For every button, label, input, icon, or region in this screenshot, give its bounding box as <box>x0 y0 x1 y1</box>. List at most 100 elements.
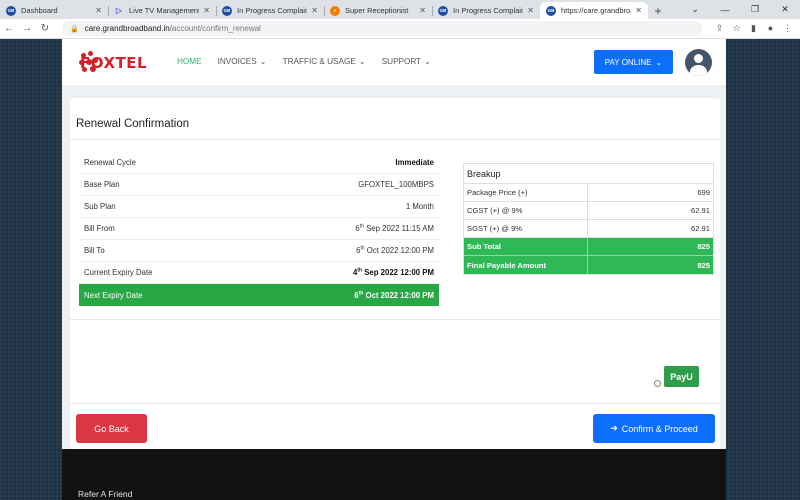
browser-tab[interactable]: ● Super Receptionist ✕ <box>324 2 432 19</box>
detail-label: Base Plan <box>84 180 120 189</box>
back-icon[interactable]: ← <box>0 23 18 34</box>
site-navbar: FOXTEL HOME INVOICES ⌄ TRAFFIC & USAGE ⌄ S… <box>62 39 726 85</box>
divider <box>70 139 720 140</box>
detail-row: Current Expiry Date 4th Sep 2022 12:00 P… <box>79 262 439 284</box>
breakup-value: 825 <box>697 242 710 251</box>
restore-icon[interactable]: ❐ <box>740 4 770 15</box>
detail-label: Next Expiry Date <box>84 290 143 300</box>
close-window-icon[interactable]: ✕ <box>770 4 800 15</box>
tv-icon: ▷ <box>115 6 123 15</box>
refer-friend-link[interactable]: Refer A Friend <box>78 489 132 499</box>
tab-title: https://care.grandbroadb <box>561 6 631 15</box>
tab-title: In Progress Complaints <box>453 6 524 15</box>
menu-support[interactable]: SUPPORT ⌄ <box>381 56 432 67</box>
payu-logo[interactable]: PayU <box>664 366 699 387</box>
close-icon[interactable]: ✕ <box>203 6 210 15</box>
forward-icon[interactable]: → <box>18 23 36 34</box>
breakup-title: Breakup <box>464 164 713 184</box>
url-host: care.grandbroadband.in <box>84 24 170 33</box>
menu-label: TRAFFIC & USAGE <box>282 56 356 66</box>
lock-icon[interactable]: 🔒 <box>70 25 79 33</box>
minimize-icon[interactable]: — <box>710 5 740 15</box>
detail-value: Immediate <box>395 158 434 167</box>
bookmark-star-icon[interactable]: ☆ <box>728 23 745 34</box>
breakup-subtotal-row: Sub Total 825 <box>464 238 713 256</box>
tab-title: Live TV Management-C <box>129 6 199 15</box>
breakup-label: SGST (+) @ 9% <box>464 220 588 237</box>
site-container: FOXTEL HOME INVOICES ⌄ TRAFFIC & USAGE ⌄ S… <box>62 39 726 500</box>
close-icon[interactable]: ✕ <box>311 6 318 15</box>
menu-invoices[interactable]: INVOICES ⌄ <box>217 56 267 67</box>
tab-title: Super Receptionist <box>345 6 409 15</box>
close-icon[interactable]: ✕ <box>419 6 426 15</box>
window-controls: ⌄ — ❐ ✕ <box>680 0 800 19</box>
close-icon[interactable]: ✕ <box>635 6 642 15</box>
detail-value: 6th Oct 2022 12:00 PM <box>356 245 434 255</box>
browser-tabstrip: GB Dashboard ✕ ▷ Live TV Management-C ✕ … <box>0 0 800 19</box>
new-tab-button[interactable]: + <box>648 2 668 19</box>
browser-tab[interactable]: GB In Progress Complaints ✕ <box>432 2 540 19</box>
menu-home[interactable]: HOME <box>177 56 202 66</box>
breakup-row: Package Price (+) 699 <box>464 184 713 202</box>
breakup-row: CGST (+) @ 9% 62.91 <box>464 202 713 220</box>
breakup-label: Package Price (+) <box>464 184 588 201</box>
menu-label: SUPPORT <box>381 56 422 66</box>
menu-label: INVOICES <box>217 56 257 66</box>
breakup-label: Sub Total <box>464 238 588 255</box>
breakup-label: CGST (+) @ 9% <box>464 202 588 219</box>
side-panel-icon[interactable]: ▮ <box>745 23 762 34</box>
foxtel-logo[interactable]: FOXTEL <box>79 48 147 78</box>
ge-logo-icon: GB <box>546 5 556 16</box>
chevron-down-icon: ⌄ <box>358 57 366 66</box>
detail-label: Renewal Cycle <box>84 158 137 167</box>
user-avatar[interactable] <box>685 49 712 76</box>
close-icon[interactable]: ✕ <box>527 6 534 15</box>
pay-online-button[interactable]: PAY ONLINE ⌄ <box>594 50 673 74</box>
detail-row: Sub Plan 1 Month <box>79 196 439 218</box>
divider <box>70 403 720 404</box>
menu-dots-icon[interactable]: ⋮ <box>779 23 796 34</box>
breakup-value: 825 <box>697 260 710 270</box>
browser-tab[interactable]: ▷ Live TV Management-C ✕ <box>108 2 216 19</box>
tab-title: In Progress Complaints <box>237 6 308 15</box>
share-icon[interactable]: ⇪ <box>711 23 728 34</box>
reload-icon[interactable]: ↻ <box>36 23 54 34</box>
go-back-button[interactable]: Go Back <box>76 414 147 443</box>
breakup-table: Breakup Package Price (+) 699 CGST (+) @… <box>463 163 714 275</box>
browser-tab[interactable]: GB Dashboard ✕ <box>0 2 108 19</box>
divider <box>70 319 720 320</box>
confirm-proceed-button[interactable]: ➔ Confirm & Proceed <box>593 414 715 443</box>
ge-logo-icon: GB <box>6 5 16 16</box>
chevron-down-icon: ⌄ <box>424 57 432 66</box>
detail-row: Bill From 6th Sep 2022 11:15 AM <box>79 218 439 240</box>
payu-radio[interactable] <box>654 380 661 387</box>
main-menu: HOME INVOICES ⌄ TRAFFIC & USAGE ⌄ SUPPORT ⌄ <box>177 56 432 67</box>
browser-tab-active[interactable]: GB https://care.grandbroadb ✕ <box>540 2 648 19</box>
browser-tab[interactable]: GB In Progress Complaints ✕ <box>216 2 324 19</box>
page-title: Renewal Confirmation <box>76 118 190 130</box>
sr-icon: ● <box>330 5 340 16</box>
profile-icon[interactable]: ● <box>762 23 779 34</box>
arrow-right-icon: ➔ <box>610 423 618 433</box>
detail-label: Sub Plan <box>84 202 116 211</box>
confirm-label: Confirm & Proceed <box>621 423 698 434</box>
detail-row: Base Plan GFOXTEL_100MBPS <box>79 174 439 196</box>
detail-value: 1 Month <box>405 202 434 211</box>
tab-search-icon[interactable]: ⌄ <box>680 4 710 15</box>
detail-row-highlight: Next Expiry Date 6th Oct 2022 12:00 PM <box>79 284 439 306</box>
menu-traffic-usage[interactable]: TRAFFIC & USAGE ⌄ <box>282 56 366 67</box>
breakup-value: 699 <box>697 188 710 197</box>
close-icon[interactable]: ✕ <box>95 6 102 15</box>
breakup-row: SGST (+) @ 9% 62.91 <box>464 220 713 238</box>
detail-label: Current Expiry Date <box>84 268 153 277</box>
tab-title: Dashboard <box>21 6 58 15</box>
address-bar: ← → ↻ 🔒 care.grandbroadband.in/account/c… <box>0 19 800 39</box>
renewal-details: Renewal Cycle Immediate Base Plan GFOXTE… <box>79 152 439 306</box>
detail-value: 4th Sep 2022 12:00 PM <box>352 267 434 277</box>
url-field[interactable]: 🔒 care.grandbroadband.in/account/confirm… <box>62 21 702 36</box>
pay-online-label: PAY ONLINE <box>604 57 652 67</box>
detail-row: Renewal Cycle Immediate <box>79 152 439 174</box>
url-path: /account/confirm_renewal <box>169 24 261 33</box>
breakup-value: 62.91 <box>690 206 710 215</box>
breakup-value: 62.91 <box>690 224 710 233</box>
